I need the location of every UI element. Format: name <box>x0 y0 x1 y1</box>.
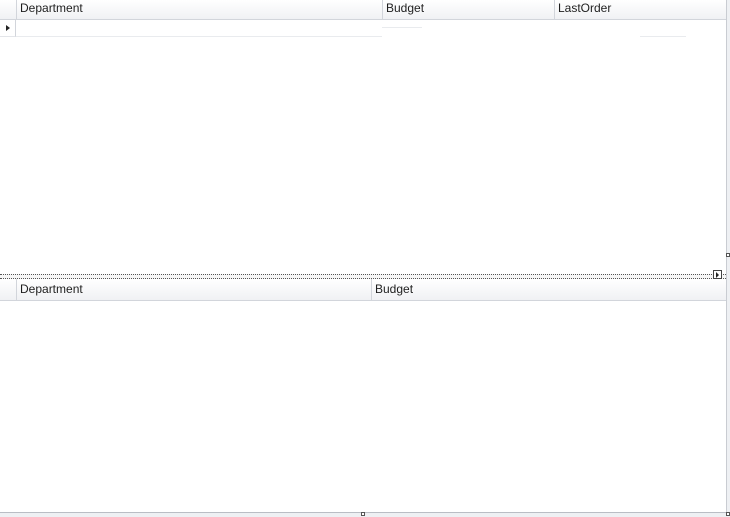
detail-grid: Department Budget <box>0 279 726 512</box>
resize-handle[interactable] <box>726 253 730 257</box>
row-divider <box>640 36 686 37</box>
resize-handle[interactable] <box>361 512 365 516</box>
master-grid-header: Department Budget LastOrder <box>0 0 726 20</box>
row-divider <box>382 27 422 28</box>
column-header-department[interactable]: Department <box>16 0 382 19</box>
column-header-label: Budget <box>386 1 425 15</box>
column-header-label: Budget <box>375 282 414 296</box>
scrollbar-edge <box>726 0 730 517</box>
column-header-label: Department <box>20 1 83 15</box>
column-header-budget[interactable]: Budget <box>382 0 554 19</box>
bottom-border <box>0 512 730 517</box>
expand-arrow-icon[interactable] <box>713 270 722 279</box>
column-header-label: LastOrder <box>558 1 612 15</box>
row-pointer-icon <box>6 25 10 31</box>
master-grid: Department Budget LastOrder <box>0 0 726 274</box>
table-row[interactable] <box>16 36 382 37</box>
column-header-label: Department <box>20 282 83 296</box>
column-header-lastorder[interactable]: LastOrder <box>554 0 726 19</box>
resize-handle[interactable] <box>726 512 730 516</box>
detail-grid-header: Department Budget <box>0 279 726 301</box>
row-indicator[interactable] <box>0 20 16 37</box>
column-header-department[interactable]: Department <box>16 279 371 300</box>
column-header-budget[interactable]: Budget <box>371 279 726 300</box>
